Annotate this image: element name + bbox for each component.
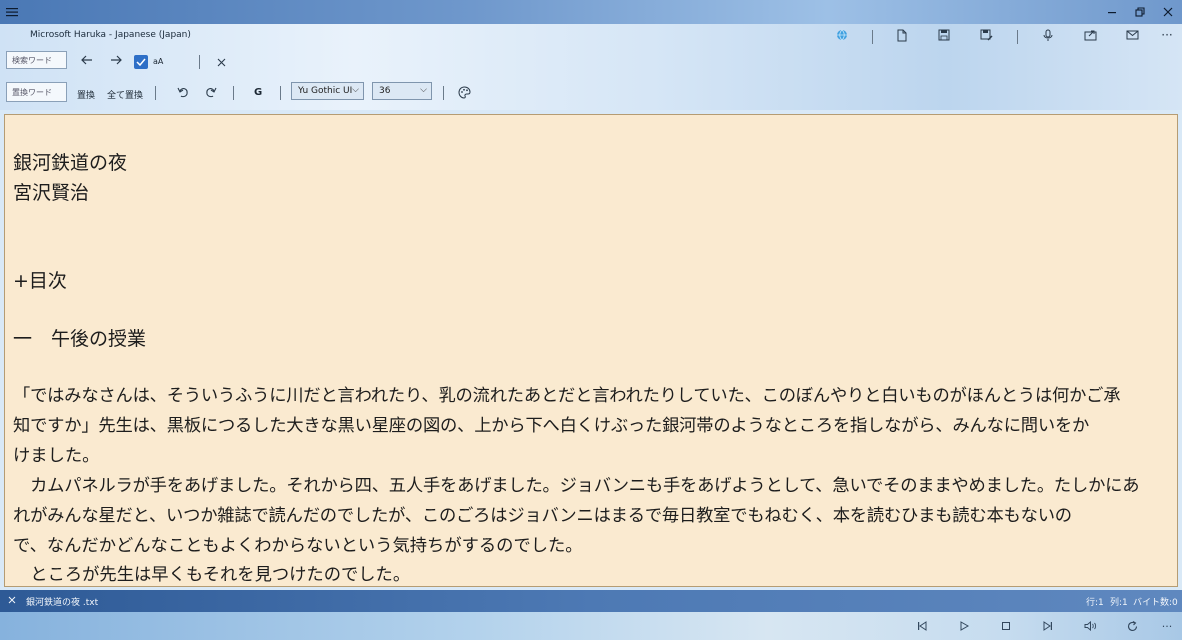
- microphone-icon[interactable]: [1040, 27, 1056, 43]
- voice-title: Microsoft Haruka - Japanese (Japan): [30, 30, 191, 40]
- playback-bar: ···: [0, 612, 1182, 640]
- editor-line: +目次: [13, 270, 67, 292]
- more-options-icon[interactable]: ···: [1158, 27, 1176, 43]
- separator: [155, 86, 156, 100]
- save-as-icon[interactable]: [978, 27, 994, 43]
- font-size-value: 36: [379, 86, 391, 96]
- play-icon[interactable]: [956, 619, 972, 633]
- row-indicator: 行:1: [1086, 598, 1104, 608]
- find-previous-icon[interactable]: [78, 53, 94, 67]
- save-icon[interactable]: [936, 27, 952, 43]
- byte-count: バイト数:0: [1133, 598, 1178, 608]
- editor-line: カムパネルラが手をあげました。それから四、五人手をあげました。ジョバンニも手をあ…: [13, 476, 1140, 496]
- new-file-icon[interactable]: [894, 27, 910, 43]
- font-family-value: Yu Gothic UI: [298, 86, 353, 96]
- chevron-down-icon: ⌵: [420, 85, 427, 95]
- editor-line: れがみんな星だと、いつか雑誌で読んだのでしたが、このごろはジョバンニはまるで毎日…: [13, 506, 1072, 526]
- close-window-button[interactable]: [1154, 0, 1182, 24]
- editor-line: 宮沢賢治: [13, 182, 90, 204]
- match-case-label: aA: [153, 57, 164, 66]
- mail-icon[interactable]: [1124, 27, 1140, 43]
- separator: [280, 86, 281, 100]
- close-file-icon[interactable]: [6, 594, 18, 606]
- chevron-down-icon: ⌵: [352, 85, 359, 95]
- redo-icon[interactable]: [203, 85, 219, 99]
- toolbar-area: Microsoft Haruka - Japanese (Japan) ··· …: [0, 24, 1182, 110]
- stop-icon[interactable]: [998, 619, 1014, 633]
- match-case-checkbox[interactable]: [134, 55, 148, 69]
- volume-icon[interactable]: [1082, 619, 1098, 633]
- skip-previous-icon[interactable]: [914, 619, 930, 633]
- separator: [872, 30, 873, 44]
- skip-next-icon[interactable]: [1040, 619, 1056, 633]
- text-editor[interactable]: 銀河鉄道の夜 宮沢賢治 +目次 一 午後の授業 「ではみなさんは、そういうふうに…: [4, 114, 1178, 587]
- editor-line: けました。: [13, 446, 100, 466]
- share-icon[interactable]: [1082, 27, 1098, 43]
- minimize-button[interactable]: [1098, 0, 1126, 24]
- replace-input[interactable]: 置換ワード: [6, 82, 67, 102]
- hamburger-menu-icon[interactable]: [0, 0, 24, 24]
- replace-all-button[interactable]: 全て置換: [107, 88, 143, 101]
- more-options-icon[interactable]: ···: [1158, 619, 1176, 633]
- column-indicator: 列:1: [1110, 598, 1128, 608]
- separator: [199, 55, 200, 69]
- status-bar: 銀河鉄道の夜 .txt 行:1 列:1 バイト数:0: [0, 590, 1182, 612]
- editor-line: で、なんだかどんなこともよくわからないという気持ちがするのでした。: [13, 536, 583, 556]
- restore-button[interactable]: [1126, 0, 1154, 24]
- bold-button[interactable]: G: [254, 87, 262, 98]
- font-family-select[interactable]: Yu Gothic UI ⌵: [291, 82, 364, 100]
- replace-button[interactable]: 置換: [77, 88, 95, 101]
- undo-icon[interactable]: [175, 85, 191, 99]
- editor-line: 銀河鉄道の夜: [13, 152, 128, 174]
- font-size-select[interactable]: 36 ⌵: [372, 82, 432, 100]
- repeat-icon[interactable]: [1124, 619, 1140, 633]
- search-input[interactable]: 検索ワード: [6, 51, 67, 69]
- color-palette-icon[interactable]: [456, 84, 472, 100]
- editor-line: 一 午後の授業: [13, 328, 147, 350]
- globe-icon[interactable]: [834, 27, 850, 43]
- separator: [233, 86, 234, 100]
- separator: [1017, 30, 1018, 44]
- file-name: 銀河鉄道の夜 .txt: [26, 598, 99, 608]
- editor-line: 知ですか」先生は、黒板につるした大きな黒い星座の図の、上から下へ白くけぶった銀河…: [13, 416, 1090, 436]
- editor-line: ところが先生は早くもそれを見つけたのでした。: [13, 565, 411, 585]
- title-bar: [0, 0, 1182, 24]
- separator: [443, 86, 444, 100]
- find-next-icon[interactable]: [108, 53, 124, 67]
- editor-line: 「ではみなさんは、そういうふうに川だと言われたり、乳の流れたあとだと言われたりし…: [13, 386, 1121, 406]
- close-search-icon[interactable]: [214, 55, 228, 69]
